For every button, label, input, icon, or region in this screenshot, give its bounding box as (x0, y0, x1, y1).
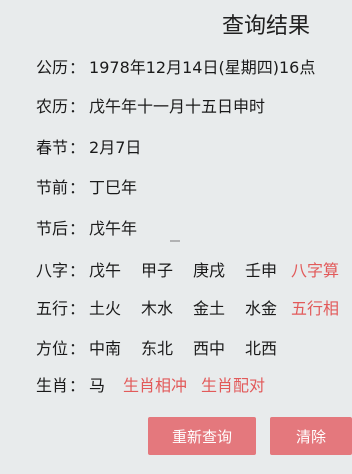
wuxing-link[interactable]: 五行相 (291, 295, 339, 319)
colon: ： (69, 339, 86, 358)
fangwei-cell: 西中 (193, 339, 226, 358)
fangwei-cell: 北西 (245, 339, 278, 358)
colon: ： (69, 261, 86, 280)
colon: ： (69, 178, 86, 197)
requery-button[interactable]: 重新查询 (148, 417, 256, 455)
chunjie-label: 春节 (36, 138, 69, 157)
gongli-label: 公历 (36, 58, 69, 77)
fangwei-cell: 中南 (89, 339, 122, 358)
jiehou-value: 戊午年 (89, 219, 138, 238)
jieqian-value: 丁巳年 (89, 178, 138, 197)
chunjie-row: 春节 ： 2月7日 (36, 133, 141, 159)
colon: ： (69, 58, 86, 77)
shengxiao-label: 生肖 (36, 376, 69, 395)
nongli-row: 农历 ： 戊午年十一月十五日申时 (36, 92, 265, 118)
wuxing-cell: 土火 (89, 299, 122, 318)
gongli-value: 1978年12月14日(星期四)16点 (89, 58, 316, 77)
colon: ： (69, 299, 86, 318)
wuxing-row: 五行 ： 土火 木水 金土 水金 五行相 (36, 294, 339, 320)
bazi-label: 八字 (36, 261, 69, 280)
jieqian-row: 节前 ： 丁巳年 (36, 173, 137, 199)
wuxing-label: 五行 (36, 299, 69, 318)
nongli-value: 戊午年十一月十五日申时 (89, 97, 266, 116)
bazi-cell: 甲子 (141, 261, 174, 280)
shengxiao-value: 马 (89, 376, 106, 395)
shengxiao-xiangchong-link[interactable]: 生肖相冲 (123, 372, 187, 396)
shengxiao-peidui-link[interactable]: 生肖配对 (201, 372, 265, 396)
fangwei-row: 方位 ： 中南 东北 西中 北西 (36, 334, 291, 360)
chunjie-value: 2月7日 (89, 138, 142, 157)
fangwei-label: 方位 (36, 339, 69, 358)
fangwei-cell: 东北 (141, 339, 174, 358)
wuxing-cell: 金土 (193, 299, 226, 318)
clear-button[interactable]: 清除 (270, 417, 352, 455)
bazi-row: 八字 ： 戊午 甲子 庚戌 壬申 八字算 (36, 256, 339, 282)
nongli-label: 农历 (36, 97, 69, 116)
wuxing-cell: 木水 (141, 299, 174, 318)
wuxing-cell: 水金 (245, 299, 278, 318)
bazi-link[interactable]: 八字算 (291, 257, 339, 281)
bazi-cell: 戊午 (89, 261, 122, 280)
page-title: 查询结果 (222, 14, 311, 39)
colon: ： (69, 376, 86, 395)
clear-button-label: 清除 (295, 427, 326, 446)
gongli-row: 公历 ： 1978年12月14日(星期四)16点 (36, 53, 315, 79)
colon: ： (69, 219, 86, 238)
requery-button-label: 重新查询 (171, 427, 232, 446)
shengxiao-row: 生肖 ： 马 生肖相冲 生肖配对 (36, 371, 265, 397)
bazi-cell: 庚戌 (193, 261, 226, 280)
bazi-cell: 壬申 (245, 261, 278, 280)
jieqian-label: 节前 (36, 178, 69, 197)
jiehou-row: 节后 ： 戊午年 (36, 214, 137, 240)
stray-mark (170, 240, 180, 242)
jiehou-label: 节后 (36, 219, 69, 238)
colon: ： (69, 138, 86, 157)
colon: ： (69, 97, 86, 116)
